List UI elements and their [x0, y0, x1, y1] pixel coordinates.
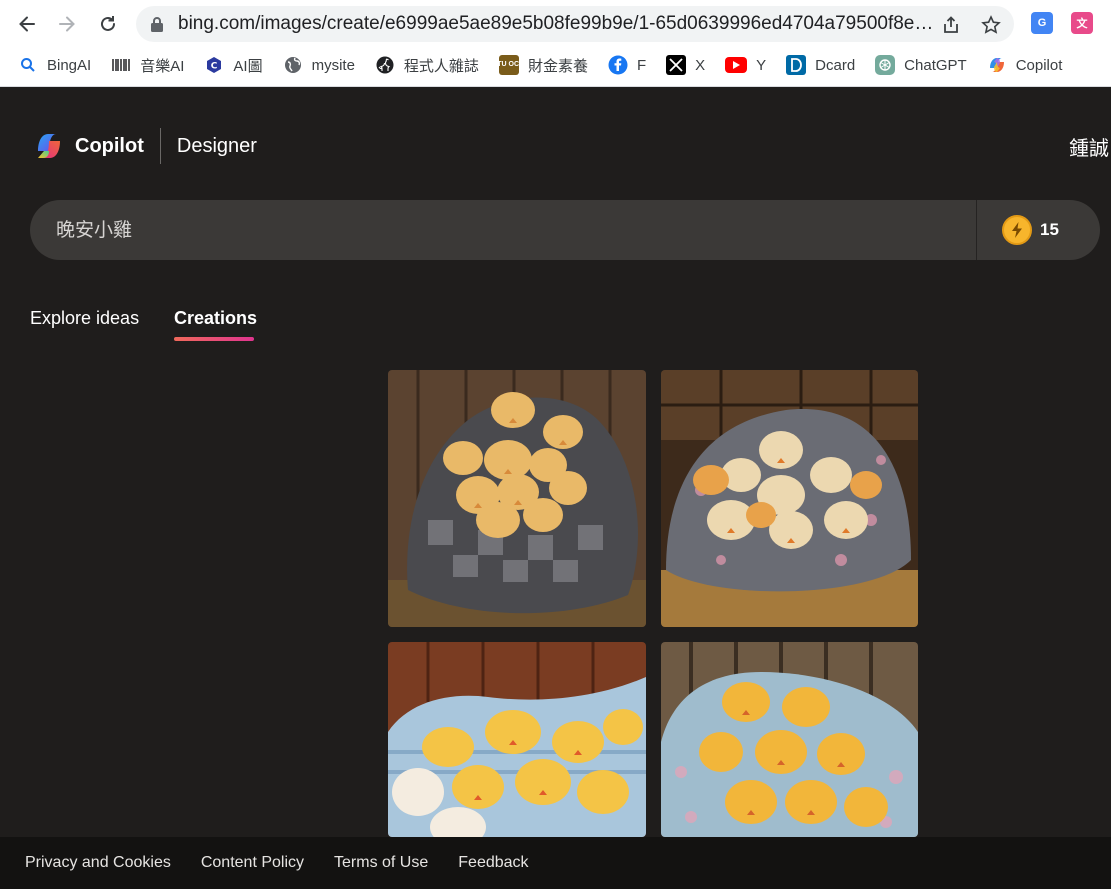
- svg-text:C: C: [211, 62, 218, 72]
- search-icon: [18, 55, 38, 75]
- generated-image-1[interactable]: [388, 370, 646, 627]
- bookmark-youtube[interactable]: Y: [725, 52, 766, 78]
- tab-explore-ideas[interactable]: Explore ideas: [30, 308, 139, 329]
- brand-divider: [159, 128, 161, 164]
- bookmark-ai-image[interactable]: C AI圖: [204, 52, 263, 78]
- footer-link-privacy[interactable]: Privacy and Cookies: [25, 854, 171, 872]
- bookmark-financial-literacy[interactable]: NTU OCW 財金素養: [492, 52, 588, 78]
- generated-image-4[interactable]: [661, 642, 918, 837]
- prompt-input[interactable]: [56, 217, 956, 239]
- ntu-ocw-icon: NTU OCW: [492, 55, 526, 75]
- prompt-divider: [976, 200, 977, 260]
- tab-creations[interactable]: Creations: [174, 308, 257, 329]
- bookmark-copilot[interactable]: Copilot: [987, 52, 1062, 78]
- globe-icon: [283, 55, 303, 75]
- cube-icon: C: [204, 55, 224, 75]
- bookmark-facebook[interactable]: F: [608, 52, 646, 78]
- github-icon: [375, 55, 395, 75]
- reload-button[interactable]: [94, 10, 122, 38]
- google-translate-extension-icon[interactable]: G: [1031, 12, 1053, 34]
- boost-count: 15: [1040, 220, 1059, 239]
- url-text: bing.com/images/create/e6999ae5ae89e5b08…: [178, 13, 938, 34]
- product-name[interactable]: Designer: [177, 135, 257, 158]
- bookmark-bingai[interactable]: BingAI: [18, 52, 91, 78]
- bookmark-x[interactable]: X: [666, 52, 705, 78]
- bookmark-music-ai[interactable]: 音樂AI: [111, 52, 184, 78]
- facebook-icon: [608, 55, 628, 75]
- bookmark-programmer-magazine[interactable]: 程式人雜誌: [375, 52, 479, 78]
- footer-link-feedback[interactable]: Feedback: [458, 854, 528, 872]
- designer-page: Copilot Designer 鍾誠 15 Explore ideas Cre…: [0, 88, 1111, 837]
- bookmark-star-icon[interactable]: [980, 14, 1002, 36]
- generated-image-3[interactable]: [388, 642, 646, 837]
- back-arrow-icon: [19, 16, 35, 32]
- reload-icon: [101, 16, 115, 31]
- copilot-icon: [987, 55, 1007, 75]
- back-button[interactable]: [13, 10, 41, 38]
- brand-name[interactable]: Copilot: [75, 135, 144, 158]
- youtube-icon: [725, 57, 748, 73]
- bookmark-chatgpt[interactable]: ChatGPT: [875, 52, 967, 78]
- footer-link-terms[interactable]: Terms of Use: [334, 854, 428, 872]
- chatgpt-icon: [875, 55, 896, 75]
- prompt-bar: 15: [30, 200, 1100, 260]
- forward-arrow-icon: [59, 16, 75, 32]
- brand-header: Copilot Designer: [34, 128, 257, 164]
- bookmarks-bar: BingAI 音樂AI C AI圖 mysite 程式人雜誌 NTU OCW 財…: [0, 50, 1111, 80]
- lightning-bolt-icon: [1002, 215, 1032, 245]
- x-icon: [666, 55, 687, 75]
- generated-image-2[interactable]: [661, 370, 918, 627]
- translate-extension-icon[interactable]: 文: [1071, 12, 1093, 34]
- browser-chrome: bing.com/images/create/e6999ae5ae89e5b08…: [0, 0, 1111, 87]
- forward-button[interactable]: [53, 10, 81, 38]
- barcode-icon: [111, 55, 131, 75]
- share-icon[interactable]: [940, 14, 962, 36]
- bookmark-mysite[interactable]: mysite: [283, 52, 355, 78]
- footer: Privacy and Cookies Content Policy Terms…: [0, 837, 1111, 889]
- active-tab-indicator: [174, 337, 254, 341]
- dcard-icon: [786, 55, 807, 75]
- user-name[interactable]: 鍾誠: [1069, 132, 1109, 161]
- boost-counter[interactable]: 15: [1002, 214, 1059, 246]
- copilot-logo-icon[interactable]: [34, 131, 64, 161]
- address-bar[interactable]: bing.com/images/create/e6999ae5ae89e5b08…: [136, 6, 1014, 42]
- footer-link-content-policy[interactable]: Content Policy: [201, 854, 304, 872]
- lock-icon: [151, 17, 163, 32]
- bookmark-dcard[interactable]: Dcard: [786, 52, 855, 78]
